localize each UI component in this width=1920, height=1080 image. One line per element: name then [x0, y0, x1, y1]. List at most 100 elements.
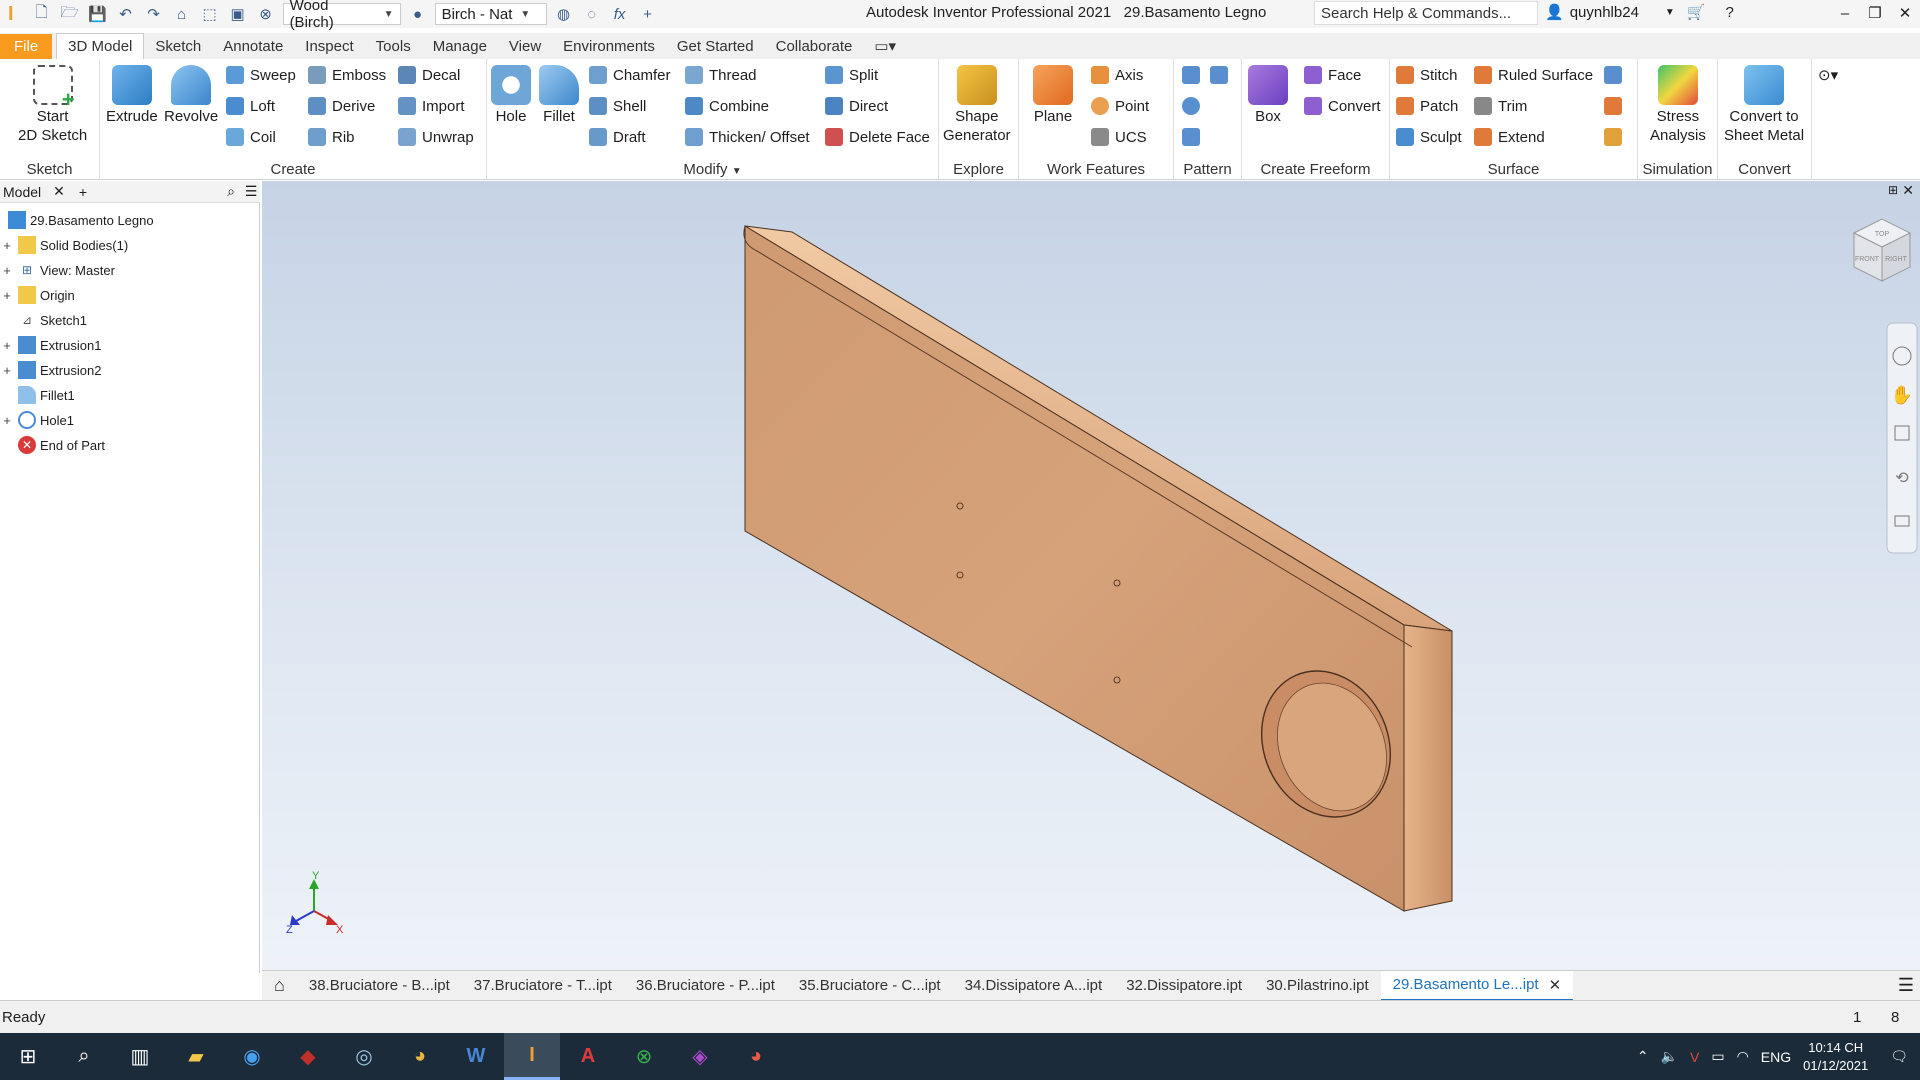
draft-button[interactable]: Draft [589, 125, 646, 149]
tree-root[interactable]: 29.Basamento Legno [4, 209, 154, 231]
tree-node-extrusion2[interactable]: + Extrusion2 [0, 359, 101, 381]
appearance-dropdown[interactable]: Birch - Nat ▼ [434, 3, 547, 25]
tab-3d-model[interactable]: 3D Model [56, 33, 145, 59]
fillet-button[interactable]: Fillet [539, 65, 579, 126]
restore-icon[interactable]: ❐ [1860, 0, 1890, 26]
panel-toggle-icon[interactable]: ▭▾ [863, 33, 907, 59]
delete-face-button[interactable]: Delete Face [825, 125, 930, 149]
expand-icon[interactable]: + [0, 263, 14, 278]
home-icon[interactable]: ⌂ [170, 2, 194, 26]
tree-node-hole1[interactable]: + Hole1 [0, 409, 74, 431]
trim-button[interactable]: Trim [1474, 94, 1527, 118]
thread-button[interactable]: Thread [685, 63, 757, 87]
clock[interactable]: 10:14 CH 01/12/2021 [1803, 1039, 1868, 1075]
hole-button[interactable]: Hole [491, 65, 531, 126]
tree-node-solid-bodies[interactable]: + Solid Bodies(1) [0, 234, 128, 256]
add-icon[interactable]: + [79, 184, 87, 200]
sculpt-button[interactable]: Sculpt [1396, 125, 1462, 149]
clear-appearance-icon[interactable]: ◌ [580, 2, 604, 26]
ucs-button[interactable]: UCS [1091, 125, 1147, 149]
help-icon[interactable]: ? [1726, 4, 1734, 21]
home-icon[interactable]: ⌂ [262, 971, 297, 1001]
redo-icon[interactable]: ↷ [142, 2, 166, 26]
autocad-icon[interactable]: A [560, 1033, 616, 1080]
tree-node-fillet1[interactable]: Fillet1 [0, 384, 75, 406]
import-button[interactable]: Import [398, 94, 465, 118]
ruled-surface-button[interactable]: Ruled Surface [1474, 63, 1593, 87]
sweep-button[interactable]: Sweep [226, 63, 296, 87]
chrome-profile-icon[interactable]: ◕ [728, 1033, 784, 1080]
doc-tab-active[interactable]: 29.Basamento Le...ipt ✕ [1380, 970, 1574, 1001]
viewcube[interactable]: TOP FRONT RIGHT [1852, 218, 1912, 282]
expand-icon[interactable]: + [0, 413, 14, 428]
cart-icon[interactable]: 🛒 [1687, 3, 1706, 21]
close-icon[interactable]: ✕ [1890, 0, 1920, 26]
close-viewport-icon[interactable]: ✕ [1902, 182, 1914, 199]
tab-manage[interactable]: Manage [422, 34, 498, 59]
doc-tab[interactable]: 37.Bruciatore - T...ipt [462, 971, 624, 1001]
stitch-button[interactable]: Stitch [1396, 63, 1458, 87]
loft-button[interactable]: Loft [226, 94, 275, 118]
revolve-button[interactable]: Revolve [164, 65, 218, 126]
chamfer-button[interactable]: Chamfer [589, 63, 671, 87]
wood-base-part[interactable] [743, 225, 1453, 912]
task-view-icon[interactable]: ▥ [112, 1033, 168, 1080]
close-icon[interactable]: ✕ [53, 183, 65, 200]
tab-model[interactable]: Model [3, 184, 41, 200]
tab-file[interactable]: File [0, 33, 53, 59]
minimize-icon[interactable]: – [1830, 0, 1860, 26]
battery-icon[interactable]: ▭ [1711, 1048, 1724, 1065]
pdf-icon[interactable]: ◈ [672, 1033, 728, 1080]
unwrap-button[interactable]: Unwrap [398, 125, 474, 149]
game-icon[interactable]: ◆ [280, 1033, 336, 1080]
fx-icon[interactable]: fx [608, 2, 632, 26]
direct-button[interactable]: Direct [825, 94, 888, 118]
rib-button[interactable]: Rib [308, 125, 355, 149]
wifi-icon[interactable]: ◠ [1737, 1048, 1749, 1065]
thicken-offset-button[interactable]: Thicken/ Offset [685, 125, 810, 149]
extrude-button[interactable]: Extrude [106, 65, 158, 126]
doc-tab[interactable]: 35.Bruciatore - C...ipt [787, 971, 953, 1001]
tree-node-end-of-part[interactable]: ✕ End of Part [0, 434, 105, 456]
tree-node-extrusion1[interactable]: + Extrusion1 [0, 334, 101, 356]
chevron-up-icon[interactable]: ⌃ [1637, 1048, 1649, 1065]
derive-button[interactable]: Derive [308, 94, 375, 118]
file-explorer-icon[interactable]: ▰ [168, 1033, 224, 1080]
coil-button[interactable]: Coil [226, 125, 276, 149]
undo-icon[interactable]: ↶ [114, 2, 138, 26]
tab-annotate[interactable]: Annotate [212, 34, 294, 59]
steam-icon[interactable]: ◎ [336, 1033, 392, 1080]
stress-analysis-button[interactable]: Stress Analysis [1650, 65, 1706, 145]
doc-tab[interactable]: 38.Bruciatore - B...ipt [297, 971, 462, 1001]
tree-node-origin[interactable]: + Origin [0, 284, 75, 306]
shape-generator-button[interactable]: Shape Generator [943, 65, 1011, 145]
tab-sketch[interactable]: Sketch [144, 34, 212, 59]
word-icon[interactable]: W [448, 1033, 504, 1080]
update-icon[interactable]: ▣ [226, 2, 250, 26]
tab-environments[interactable]: Environments [552, 34, 666, 59]
clear-icon[interactable]: ⊗ [254, 2, 278, 26]
tree-node-view-master[interactable]: + ⊞ View: Master [0, 259, 115, 281]
model-canvas[interactable]: TOP FRONT RIGHT ✋ ⟲ Y X Z [262, 181, 1920, 970]
volume-icon[interactable]: 🔈 [1661, 1048, 1678, 1065]
panel-label-modify[interactable]: Modify ▼ [487, 161, 938, 178]
split-button[interactable]: Split [825, 63, 878, 87]
surface-tool-1-button[interactable] [1604, 63, 1622, 87]
appearance-icon[interactable]: ● [406, 2, 430, 26]
graphics-viewport[interactable]: TOP FRONT RIGHT ✋ ⟲ Y X Z ⊞ ✕ [262, 181, 1920, 970]
open-icon[interactable]: 🗁 [58, 2, 82, 26]
sketch-pattern-button[interactable] [1182, 125, 1200, 149]
expand-icon[interactable]: + [0, 363, 14, 378]
doc-tab[interactable]: 34.Dissipatore A...ipt [953, 971, 1115, 1001]
add-icon[interactable]: + [636, 2, 660, 26]
xbox-icon[interactable]: ⊗ [616, 1033, 672, 1080]
antivirus-icon[interactable]: V [1690, 1049, 1699, 1065]
box-button[interactable]: Box [1248, 65, 1288, 126]
search-icon[interactable]: ⌕ [227, 183, 235, 200]
expand-icon[interactable]: + [0, 238, 14, 253]
convert-to-sheet-metal-button[interactable]: Convert to Sheet Metal [1724, 65, 1804, 145]
chrome-icon[interactable]: ◕ [392, 1033, 448, 1080]
tab-get-started[interactable]: Get Started [666, 34, 765, 59]
shell-button[interactable]: Shell [589, 94, 646, 118]
zalo-icon[interactable]: ◉ [224, 1033, 280, 1080]
